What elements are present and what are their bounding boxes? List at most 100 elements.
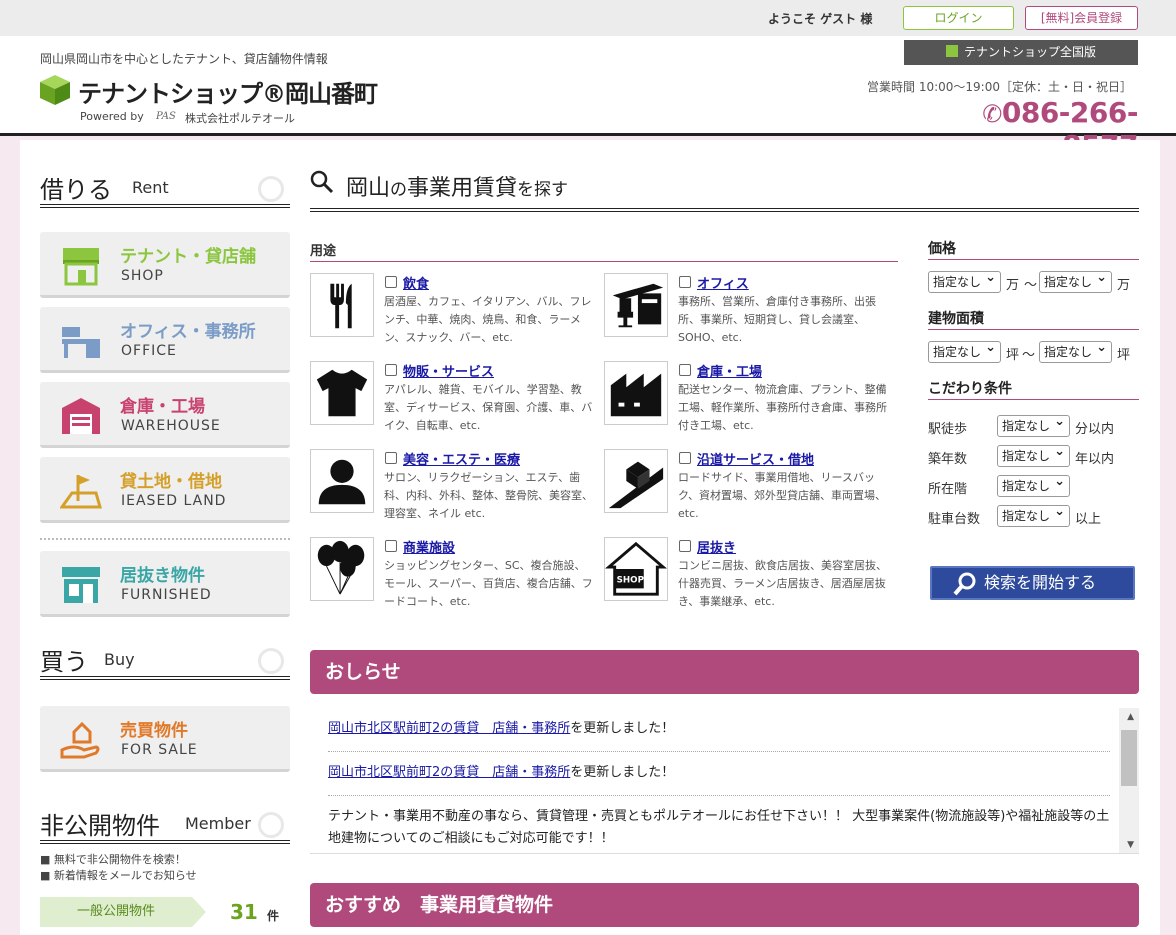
news-link[interactable]: 岡山市北区駅前町2の賃貸 店舗・事務所 — [328, 765, 570, 780]
category-sublabel: SHOP — [121, 268, 164, 284]
usage-item: 美容・エステ・医療 サロン、リラクゼーション、エステ、歯科、内科、外科、整体、整… — [310, 449, 598, 525]
category-shop-button[interactable]: テナント・貸店舗 SHOP — [40, 232, 290, 298]
usage-item: 物販・サービス アパレル、雑貨、モバイル、学習塾、教室、ディサービス、保育園、介… — [310, 361, 598, 437]
title-part: 岡山 — [346, 176, 391, 201]
news-item: 岡山市北区駅前町2の賃貸 店舗・事務所を更新しました！ — [328, 714, 1110, 752]
title-part: を探す — [517, 180, 569, 200]
category-warehouse-button[interactable]: 倉庫・工場 WAREHOUSE — [40, 382, 290, 448]
login-button[interactable]: ログイン — [903, 6, 1014, 30]
usage-link[interactable]: 倉庫・工場 — [697, 361, 762, 380]
category-label: オフィス・事務所 — [120, 322, 256, 342]
scroll-thumb[interactable] — [1121, 730, 1137, 786]
news-link[interactable]: 岡山市北区駅前町2の賃貸 店舗・事務所 — [328, 721, 570, 736]
category-label: テナント・貸店舗 — [120, 247, 256, 267]
shop-house-icon: SHOP — [604, 537, 668, 601]
floor-select[interactable]: 指定なし — [997, 472, 1070, 497]
land-flag-icon — [60, 475, 102, 509]
fork-knife-icon — [310, 273, 374, 337]
category-land-button[interactable]: 貸土地・借地 IEASED LAND — [40, 457, 290, 523]
parking-select[interactable]: 指定なし — [997, 502, 1070, 527]
rent-subtitle: Rent — [132, 178, 169, 197]
usage-checkbox[interactable] — [385, 364, 397, 376]
tshirt-icon — [310, 361, 374, 425]
usage-item: 商業施設 ショッピングセンター、SC、複合施設、モール、スーパー、百貨店、複合店… — [310, 537, 598, 613]
category-label: 倉庫・工場 — [120, 397, 205, 417]
usage-checkbox[interactable] — [679, 276, 691, 288]
page-content: 借りる Rent テナント・貸店舗 SHOP オフィス・事務所 OFFICE 倉… — [20, 140, 1160, 935]
price-max-select[interactable]: 指定なし — [1039, 268, 1112, 293]
balloons-icon — [310, 537, 374, 601]
storefront-icon — [63, 248, 99, 286]
usage-link[interactable]: 物販・サービス — [403, 361, 494, 380]
usage-link[interactable]: 居抜き — [697, 537, 736, 556]
register-button[interactable]: [無料]会員登録 — [1025, 6, 1138, 30]
company-name: 株式会社ポルテオール — [185, 112, 295, 125]
roadside-icon — [604, 449, 668, 513]
public-listings-tab[interactable]: 一般公開物件 — [40, 897, 206, 927]
member-subtitle: Member — [185, 814, 251, 833]
area-filter-label: 建物面積 — [928, 308, 1139, 330]
usage-checkbox[interactable] — [679, 540, 691, 552]
warehouse-icon — [62, 398, 100, 434]
age-select[interactable]: 指定なし — [997, 442, 1070, 467]
category-office-button[interactable]: オフィス・事務所 OFFICE — [40, 307, 290, 373]
price-range-sep: 〜 — [1024, 278, 1038, 293]
site-header: 岡山県岡山市を中心としたテナント、貸店舗物件情報 テナントショップ®岡山番町 P… — [0, 36, 1176, 162]
category-label: 貸土地・借地 — [120, 472, 222, 492]
usage-checkbox[interactable] — [385, 452, 397, 464]
search-title: 岡山の事業用賃貸を探す — [346, 170, 568, 202]
news-list: 岡山市北区駅前町2の賃貸 店舗・事務所を更新しました！ 岡山市北区駅前町2の賃貸… — [310, 708, 1139, 854]
svg-text:PAS: PAS — [155, 111, 176, 121]
category-sublabel: IEASED LAND — [121, 493, 227, 509]
usage-link[interactable]: 飲食 — [403, 273, 429, 292]
scroll-up-icon[interactable]: ▲ — [1127, 712, 1134, 722]
company-logo-icon: PAS — [155, 111, 176, 121]
person-icon — [310, 449, 374, 513]
usage-checkbox[interactable] — [385, 540, 397, 552]
magnifier-deco-icon — [258, 176, 284, 202]
area-min-select[interactable]: 指定なし — [928, 338, 1001, 363]
usage-link[interactable]: 美容・エステ・医療 — [403, 449, 520, 468]
usage-link[interactable]: 商業施設 — [403, 537, 455, 556]
site-logo[interactable]: テナントショップ®岡山番町 — [78, 74, 378, 109]
powered-by-text: Powered by — [80, 110, 144, 123]
usage-description: 居酒屋、カフェ、イタリアン、バル、フレンチ、中華、焼肉、焼鳥、和食、ラーメン、ス… — [384, 295, 592, 344]
national-site-label: テナントショップ全国版 — [963, 45, 1096, 59]
top-bar: ようこそ ゲスト 様 ログイン [無料]会員登録 — [0, 0, 1176, 36]
sale-house-hand-icon — [60, 721, 100, 759]
parking-suffix: 以上 — [1075, 512, 1102, 527]
area-max-select[interactable]: 指定なし — [1039, 338, 1112, 363]
usage-checkbox[interactable] — [679, 364, 691, 376]
parking-label: 駐車台数 — [928, 512, 981, 527]
walk-select[interactable]: 指定なし — [997, 412, 1070, 437]
news-suffix: を更新しました！ — [570, 765, 675, 780]
usage-checkbox[interactable] — [385, 276, 397, 288]
usage-link[interactable]: 沿道サービス・借地 — [697, 449, 814, 468]
news-suffix: を更新しました！ — [570, 721, 675, 736]
usage-item: オフィス 事務所、営業所、倉庫付き事務所、出張所、事業所、短期貸し、貸し会議室、… — [604, 273, 892, 349]
scroll-down-icon[interactable]: ▼ — [1127, 840, 1134, 850]
walk-label: 駅徒歩 — [928, 422, 968, 437]
category-sale-button[interactable]: 売買物件 FOR SALE — [40, 706, 290, 772]
price-min-select[interactable]: 指定なし — [928, 268, 1001, 293]
search-start-button[interactable]: 検索を開始する — [930, 566, 1135, 600]
recommend-header: おすすめ 事業用賃貸物件 — [310, 883, 1139, 927]
usage-item: SHOP 居抜き コンビニ居抜、飲食店居抜、美容室居抜、什器売買、ラーメン店居抜… — [604, 537, 892, 613]
category-furnished-button[interactable]: 居抜き物件 FURNISHED — [40, 551, 290, 617]
cube-logo-icon[interactable] — [39, 74, 71, 106]
national-site-button[interactable]: テナントショップ全国版 — [904, 40, 1138, 65]
area-range-sep: 〜 — [1022, 348, 1036, 363]
search-section-title: 岡山の事業用賃貸を探す — [310, 166, 1139, 212]
public-count: 31 — [230, 900, 258, 924]
usage-item: 沿道サービス・借地 ロードサイド、事業用借地、リースバック、資材置場、郊外型貸店… — [604, 449, 892, 525]
usage-checkbox[interactable] — [679, 452, 691, 464]
usage-description: コンビニ居抜、飲食店居抜、美容室居抜、什器売買、ラーメン店居抜き、居酒屋居抜き、… — [678, 559, 887, 608]
news-scrollbar[interactable]: ▲ ▼ — [1119, 708, 1139, 853]
svg-text:SHOP: SHOP — [617, 576, 645, 586]
usage-item: 倉庫・工場 配送センター、物流倉庫、プラント、整備工場、軽作業所、事務所付き倉庫… — [604, 361, 892, 437]
buy-section-header: 買う Buy — [40, 638, 290, 680]
usage-link[interactable]: オフィス — [697, 273, 749, 292]
age-label: 築年数 — [928, 452, 968, 467]
price-filter-label: 価格 — [928, 238, 1139, 260]
magnifier-deco-icon — [258, 812, 284, 838]
